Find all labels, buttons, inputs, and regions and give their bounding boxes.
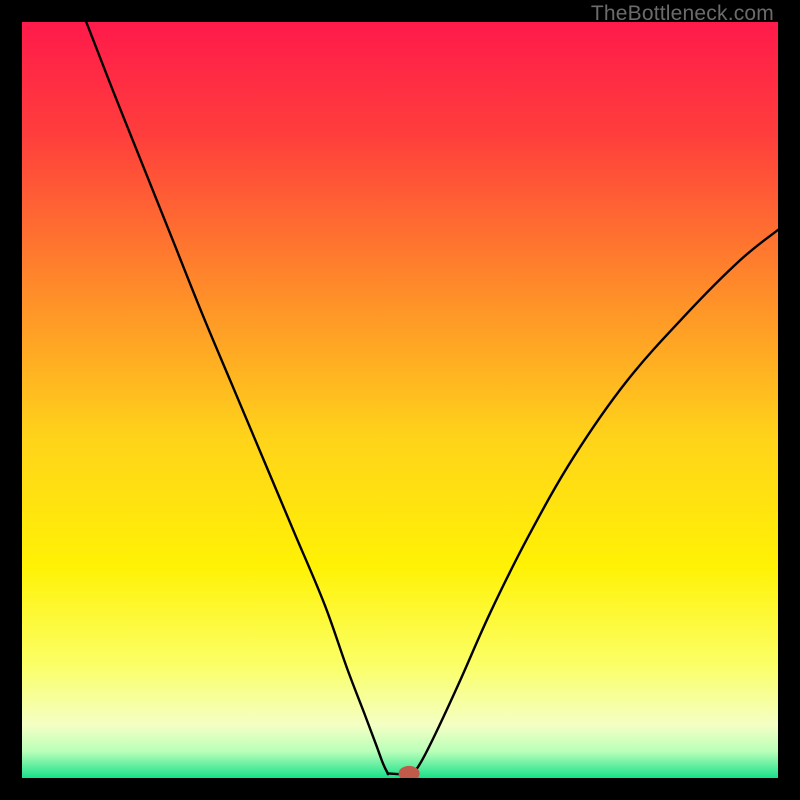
chart-svg [22, 22, 778, 778]
chart-frame [22, 22, 778, 778]
chart-background [22, 22, 778, 778]
watermark-text: TheBottleneck.com [591, 2, 774, 26]
